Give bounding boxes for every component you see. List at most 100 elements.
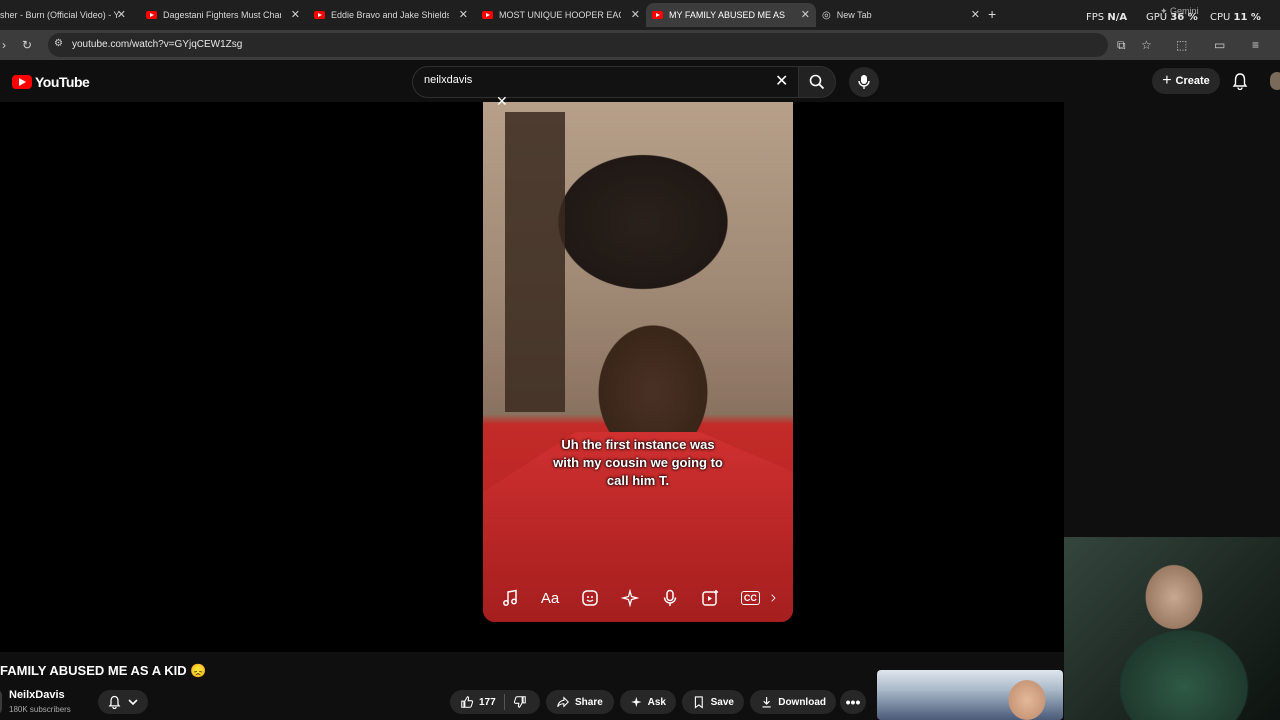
thumbs-up-icon bbox=[461, 696, 474, 708]
sparkle-icon bbox=[631, 696, 642, 708]
tab-title: Dagestani Fighters Must Chang bbox=[163, 10, 281, 20]
browser-tab[interactable]: ◎ New Tab ✕ bbox=[816, 3, 986, 27]
close-tab-icon[interactable]: ✕ bbox=[459, 8, 468, 21]
sparkle-icon[interactable] bbox=[610, 580, 650, 616]
gpu-value: 36 % bbox=[1170, 12, 1198, 23]
cpu-readout: CPU 11 % bbox=[1210, 12, 1261, 23]
divider bbox=[503, 694, 505, 710]
bookmark-icon bbox=[694, 696, 703, 709]
fps-label: FPS bbox=[1086, 12, 1105, 23]
browser-tab[interactable]: sher - Burn (Official Video) - Y ✕ bbox=[0, 3, 132, 27]
close-tab-icon[interactable]: ✕ bbox=[971, 8, 980, 21]
close-tab-icon[interactable]: ✕ bbox=[291, 8, 300, 21]
split-view-icon[interactable]: ▭ bbox=[1214, 38, 1225, 52]
youtube-favicon-icon bbox=[652, 11, 663, 19]
video-caption: Uh the first instance was with my cousin… bbox=[510, 436, 766, 490]
channel-avatar[interactable] bbox=[0, 690, 2, 714]
extensions-icon[interactable]: ⬚ bbox=[1176, 38, 1187, 52]
music-note-icon[interactable] bbox=[490, 580, 530, 616]
tab-title: MOST UNIQUE HOOPER EACH bbox=[499, 10, 621, 20]
caption-line: Uh the first instance was bbox=[561, 437, 715, 452]
subscription-bell-button[interactable] bbox=[98, 690, 148, 714]
globe-icon: ◎ bbox=[822, 9, 831, 21]
cpu-value: 11 % bbox=[1233, 12, 1261, 23]
caption-line: with my cousin we going to bbox=[553, 455, 723, 470]
notifications-button[interactable] bbox=[1232, 72, 1248, 95]
browser-tab[interactable]: Eddie Bravo and Jake Shields D ✕ bbox=[308, 3, 474, 27]
browser-tab-active[interactable]: MY FAMILY ABUSED ME AS A K ✕ bbox=[646, 3, 816, 27]
youtube-favicon-icon bbox=[314, 11, 325, 19]
youtube-wordmark: YouTube bbox=[35, 74, 90, 90]
youtube-play-logo-icon bbox=[12, 75, 32, 89]
wall-painting bbox=[505, 112, 565, 412]
save-label: Save bbox=[710, 696, 734, 708]
search-input[interactable]: neilxdavis bbox=[424, 74, 472, 86]
microphone-icon bbox=[858, 75, 870, 89]
like-button[interactable]: 177 bbox=[460, 695, 496, 709]
bookmark-star-icon[interactable]: ☆ bbox=[1141, 38, 1152, 52]
fps-value: N/A bbox=[1107, 12, 1128, 23]
download-button[interactable]: Download bbox=[750, 690, 836, 714]
site-info-icon[interactable]: ⚙ bbox=[54, 38, 63, 49]
browser-tab[interactable]: MOST UNIQUE HOOPER EACH ✕ bbox=[476, 3, 646, 27]
aa-label: Aa bbox=[540, 589, 560, 607]
browser-tab-strip: sher - Burn (Official Video) - Y ✕ Dages… bbox=[0, 0, 1280, 30]
tab-title: MY FAMILY ABUSED ME AS A K bbox=[669, 10, 787, 20]
download-icon bbox=[762, 697, 771, 708]
share-button[interactable]: Share bbox=[546, 690, 614, 714]
forward-icon[interactable]: › bbox=[2, 38, 6, 52]
voice-search-button[interactable] bbox=[849, 67, 879, 97]
close-tab-icon[interactable]: ✕ bbox=[117, 8, 126, 21]
install-app-icon[interactable]: ⧉ bbox=[1117, 38, 1126, 53]
plus-icon: + bbox=[1162, 72, 1172, 89]
close-overlay-icon[interactable]: ✕ bbox=[496, 93, 508, 110]
more-actions-button[interactable]: ••• bbox=[840, 690, 866, 714]
thumbs-down-icon bbox=[513, 696, 526, 708]
related-video-thumbnail[interactable] bbox=[877, 670, 1063, 720]
more-partial-icon[interactable] bbox=[770, 580, 790, 616]
reading-list-icon[interactable]: ≡ bbox=[1252, 38, 1259, 52]
subscriber-count: 180K subscribers bbox=[9, 705, 71, 714]
close-tab-icon[interactable]: ✕ bbox=[631, 8, 640, 21]
browser-tab[interactable]: Dagestani Fighters Must Chang ✕ bbox=[140, 3, 306, 27]
more-horizontal-icon: ••• bbox=[845, 694, 861, 710]
youtube-favicon-icon bbox=[482, 11, 493, 19]
gpu-readout: GPU 36 % bbox=[1146, 12, 1198, 23]
search-button[interactable] bbox=[798, 66, 836, 98]
download-label: Download bbox=[778, 696, 826, 708]
dislike-button[interactable] bbox=[513, 695, 527, 709]
youtube-logo[interactable]: YouTube bbox=[12, 74, 90, 90]
tab-title: sher - Burn (Official Video) - Y bbox=[0, 10, 120, 20]
clear-search-icon[interactable]: ✕ bbox=[775, 71, 788, 91]
microphone-icon[interactable] bbox=[650, 580, 690, 616]
chevron-down-icon bbox=[128, 699, 138, 706]
video-frame[interactable] bbox=[483, 102, 793, 622]
video-edit-toolbar: Aa CC bbox=[490, 580, 790, 616]
create-label: Create bbox=[1175, 75, 1210, 87]
ask-button[interactable]: Ask bbox=[620, 690, 676, 714]
like-count: 177 bbox=[479, 696, 496, 708]
search-icon bbox=[809, 74, 825, 90]
bell-icon bbox=[1232, 73, 1248, 91]
account-avatar[interactable] bbox=[1270, 72, 1280, 90]
add-clip-icon[interactable] bbox=[690, 580, 730, 616]
caption-line: call him T. bbox=[606, 473, 670, 488]
like-dislike-group: 177 bbox=[450, 690, 540, 714]
sticker-icon[interactable] bbox=[570, 580, 610, 616]
tab-title: New Tab bbox=[836, 10, 872, 20]
close-tab-icon[interactable]: ✕ bbox=[801, 8, 810, 21]
gpu-label: GPU bbox=[1146, 12, 1168, 23]
text-aa-icon[interactable]: Aa bbox=[530, 580, 570, 616]
tab-title: Eddie Bravo and Jake Shields D bbox=[331, 10, 449, 20]
url-text[interactable]: youtube.com/watch?v=GYjqCEW1Zsg bbox=[72, 39, 242, 50]
ask-label: Ask bbox=[647, 696, 666, 708]
save-button[interactable]: Save bbox=[682, 690, 744, 714]
fps-readout: FPS N/A bbox=[1086, 12, 1127, 23]
bell-icon bbox=[108, 695, 121, 709]
reload-icon[interactable]: ↻ bbox=[22, 38, 32, 52]
create-button[interactable]: + Create bbox=[1152, 68, 1220, 94]
new-tab-plus-icon[interactable]: + bbox=[988, 6, 996, 22]
share-icon bbox=[557, 696, 569, 708]
channel-name[interactable]: NeilxDavis bbox=[9, 689, 65, 701]
closed-captions-icon[interactable]: CC bbox=[730, 580, 770, 616]
